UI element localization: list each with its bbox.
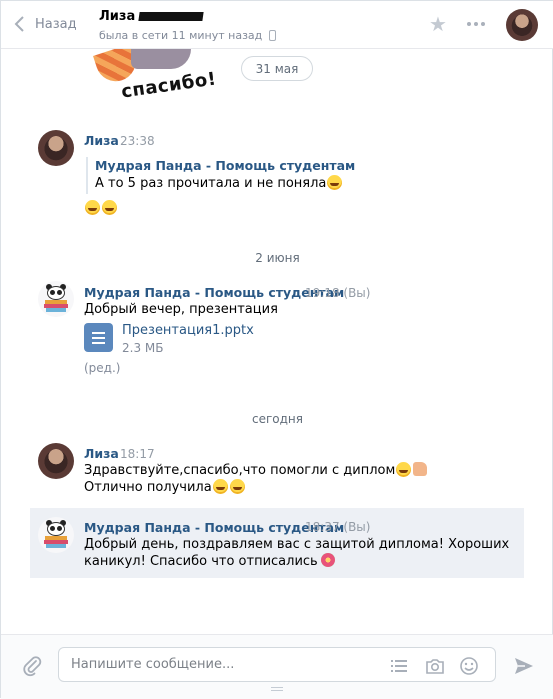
document-icon [84,323,113,352]
quote-text: А то 5 раз прочитала и не поняла [95,176,327,191]
quote-author: Мудрая Панда - Помощь студентам [95,158,356,173]
smirk-emoji [396,462,412,477]
peer-status: была в сети 11 минут назад [99,29,263,42]
smile-icon[interactable] [459,656,479,676]
more-icon[interactable] [467,17,487,31]
message-text: Добрый вечер, презентация [84,302,278,317]
phone-icon [269,30,277,41]
message-time[interactable]: 19:18 (Вы) [305,286,370,300]
thanks-sticker: спасибо! [93,49,223,109]
avatar[interactable] [38,443,74,479]
edited-label: (ред.) [84,361,121,375]
message-line: Отлично получила [84,480,212,495]
grinning-emoji [212,479,228,494]
resize-handle[interactable] [271,687,283,691]
grinning-emoji [85,200,100,215]
document-attachment[interactable]: Презентация1.pptx 2.3 МБ [84,323,254,355]
date-separator: сегодня [252,412,303,426]
message-author[interactable]: Лиза [84,133,119,148]
avatar[interactable] [38,517,74,553]
message-input[interactable] [71,648,371,681]
chat-window: Назад Лиза была в сети 11 минут назад ★ … [0,0,553,699]
message-line: каникул! Спасибо что отписались [84,554,318,569]
emoji-line [84,200,118,217]
date-separator: 2 июня [255,251,300,265]
peer-avatar[interactable] [506,9,538,41]
back-label: Назад [35,16,77,32]
message-time[interactable]: 23:38 [120,134,155,148]
forwarded-quote[interactable]: Мудрая Панда - Помощь студентам А то 5 р… [86,157,355,194]
paperclip-icon[interactable] [21,655,43,677]
message-time[interactable]: 18:17 [120,447,155,461]
message-input-wrapper [58,647,496,682]
avatar[interactable] [38,130,74,166]
document-name[interactable]: Презентация1.pptx [122,323,254,338]
chat-header: Назад Лиза была в сети 11 минут назад ★ [1,1,553,49]
thumbs-up-emoji [413,462,428,476]
sticker-text: спасибо! [120,68,218,103]
message-text: Здравствуйте,спасибо,что помогли с дипло… [84,462,428,496]
star-icon[interactable]: ★ [429,14,449,34]
avatar[interactable] [38,281,74,317]
camera-icon[interactable] [425,656,445,676]
send-icon[interactable] [513,655,535,677]
laughing-emoji [327,175,343,190]
document-size: 2.3 МБ [122,341,164,355]
peer-info[interactable]: Лиза была в сети 11 минут назад [99,9,277,42]
grinning-emoji [102,200,117,215]
message-time[interactable]: 18:37 (Вы) [305,520,370,534]
message-author[interactable]: Лиза [84,446,119,461]
peer-name: Лиза [99,9,136,24]
back-button[interactable]: Назад [13,15,77,33]
flower-emoji [320,553,335,567]
message-line: Добрый день, поздравляем вас с защитой д… [84,537,510,552]
redacted-surname [138,12,204,21]
list-icon[interactable] [389,656,409,676]
date-pill[interactable]: 31 мая [241,56,313,81]
grinning-emoji [229,479,245,494]
message-text: Добрый день, поздравляем вас с защитой д… [84,536,509,570]
message-line: Здравствуйте,спасибо,что помогли с дипло… [84,463,396,478]
chevron-left-icon [14,16,24,32]
